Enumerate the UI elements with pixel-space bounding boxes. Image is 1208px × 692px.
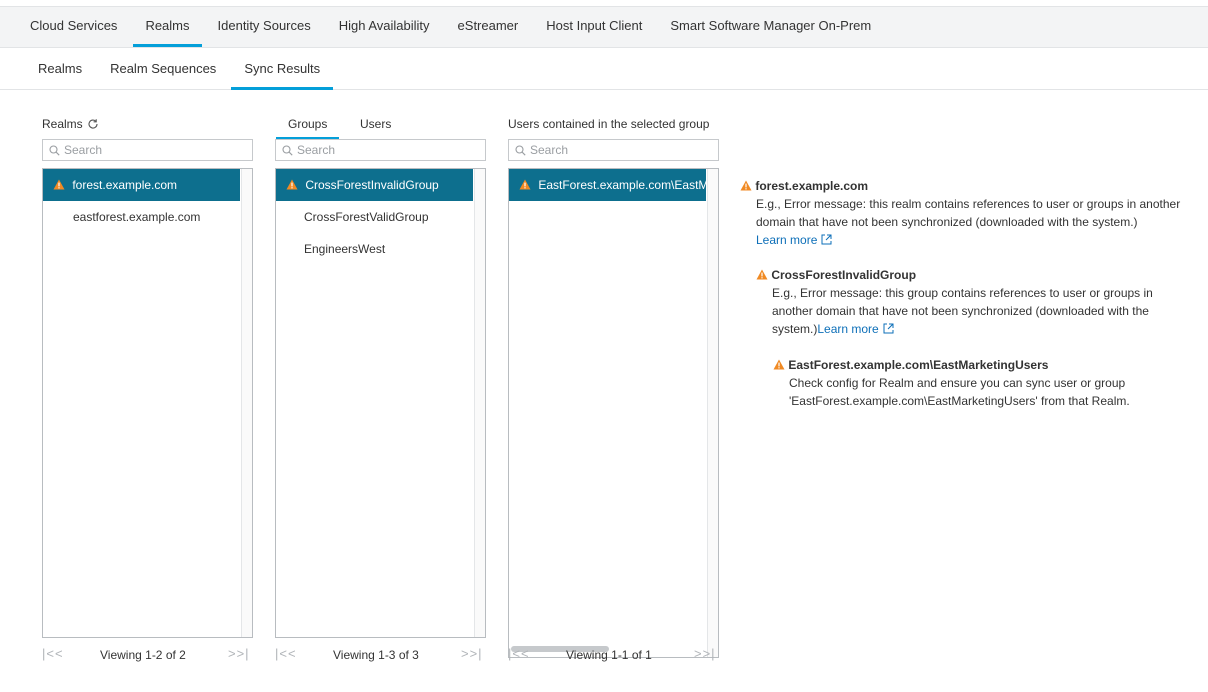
warning-icon — [53, 179, 65, 190]
tab-high-availability[interactable]: High Availability — [339, 6, 430, 48]
detail-user-message: Check config for Realm and ensure you ca… — [789, 376, 1130, 408]
users-pager: |<< Viewing 1-1 of 1 >>| — [508, 646, 719, 666]
top-nav: Cloud Services Realms Identity Sources H… — [0, 6, 1208, 48]
groups-list-scrollbar[interactable] — [474, 169, 485, 637]
pager-first-icon[interactable]: |<< — [275, 646, 297, 661]
detail-user-title: EastForest.example.com\EastMarketingUser… — [788, 358, 1049, 372]
search-icon — [282, 144, 293, 156]
realm-item-label: forest.example.com — [72, 178, 178, 192]
subtab-sync-results[interactable]: Sync Results — [231, 48, 334, 90]
warning-icon — [286, 179, 298, 190]
pager-first-icon[interactable]: |<< — [508, 646, 530, 661]
realms-header: Realms — [42, 117, 99, 131]
group-item-crossforestvalid[interactable]: CrossForestValidGroup — [276, 201, 473, 233]
group-item-crossforestinvalid[interactable]: CrossForestInvalidGroup — [276, 169, 473, 201]
realms-header-label: Realms — [42, 117, 83, 131]
users-search-input[interactable] — [530, 143, 718, 157]
group-item-engineerswest[interactable]: EngineersWest — [276, 233, 473, 265]
group-item-label: CrossForestInvalidGroup — [305, 178, 439, 192]
realms-pager: |<< Viewing 1-2 of 2 >>| — [42, 646, 253, 666]
learn-more-link[interactable]: Learn more — [756, 233, 832, 247]
learn-more-label: Learn more — [817, 322, 879, 336]
pager-label: Viewing 1-1 of 1 — [566, 648, 652, 662]
realms-search-input[interactable] — [64, 143, 252, 157]
tab-estreamer[interactable]: eStreamer — [458, 6, 519, 48]
users-list: EastForest.example.com\EastMarketingUser… — [508, 168, 719, 658]
warning-icon — [756, 269, 768, 280]
tab-users[interactable]: Users — [360, 117, 391, 131]
group-item-label: EngineersWest — [304, 242, 386, 256]
tab-host-input-client[interactable]: Host Input Client — [546, 6, 642, 48]
realms-list: forest.example.com eastforest.example.co… — [42, 168, 253, 638]
detail-group-title: CrossForestInvalidGroup — [771, 268, 917, 282]
warning-icon — [740, 180, 752, 191]
tab-groups[interactable]: Groups — [275, 117, 340, 140]
groups-pager: |<< Viewing 1-3 of 3 >>| — [275, 646, 486, 666]
detail-group: CrossForestInvalidGroup E.g., Error mess… — [756, 266, 1176, 338]
subtab-realms[interactable]: Realms — [38, 48, 82, 90]
pager-last-icon[interactable]: >>| — [461, 646, 483, 661]
tab-smart-software-manager[interactable]: Smart Software Manager On-Prem — [670, 6, 871, 48]
users-list-scrollbar[interactable] — [707, 169, 718, 657]
pager-label: Viewing 1-2 of 2 — [100, 648, 186, 662]
group-item-label: CrossForestValidGroup — [304, 210, 429, 224]
user-item-label: EastForest.example.com\EastMarketingUser… — [538, 178, 706, 192]
refresh-icon[interactable] — [87, 118, 99, 130]
realms-search[interactable] — [42, 139, 253, 161]
pager-last-icon[interactable]: >>| — [694, 646, 716, 661]
sub-nav: Realms Realm Sequences Sync Results — [0, 48, 1208, 90]
detail-realm-message: E.g., Error message: this realm contains… — [756, 197, 1181, 229]
learn-more-link[interactable]: Learn more — [817, 322, 894, 336]
realm-item-label: eastforest.example.com — [73, 210, 201, 224]
tab-identity-sources[interactable]: Identity Sources — [218, 6, 311, 48]
pager-label: Viewing 1-3 of 3 — [333, 648, 419, 662]
detail-user: EastForest.example.com\EastMarketingUser… — [773, 356, 1173, 410]
warning-icon — [773, 359, 785, 370]
user-item-eastmarketingusers[interactable]: EastForest.example.com\EastMarketingUser… — [509, 169, 706, 201]
search-icon — [515, 144, 526, 156]
search-icon — [49, 144, 60, 156]
users-search[interactable] — [508, 139, 719, 161]
detail-realm-title: forest.example.com — [755, 179, 869, 193]
groups-search[interactable] — [275, 139, 486, 161]
external-link-icon — [883, 323, 894, 334]
external-link-icon — [821, 234, 832, 245]
realms-list-scrollbar[interactable] — [241, 169, 252, 637]
realm-item-eastforest[interactable]: eastforest.example.com — [43, 201, 240, 233]
subtab-realm-sequences[interactable]: Realm Sequences — [110, 48, 216, 90]
groups-list: CrossForestInvalidGroup CrossForestValid… — [275, 168, 486, 638]
pager-last-icon[interactable]: >>| — [228, 646, 250, 661]
users-header: Users contained in the selected group — [508, 117, 710, 131]
pager-first-icon[interactable]: |<< — [42, 646, 64, 661]
learn-more-label: Learn more — [756, 233, 818, 247]
warning-icon — [519, 179, 531, 190]
tab-realms[interactable]: Realms — [133, 6, 202, 48]
detail-realm: forest.example.com E.g., Error message: … — [740, 177, 1202, 249]
tab-cloud-services[interactable]: Cloud Services — [30, 6, 117, 48]
realm-item-forest[interactable]: forest.example.com — [43, 169, 240, 201]
groups-search-input[interactable] — [297, 143, 485, 157]
